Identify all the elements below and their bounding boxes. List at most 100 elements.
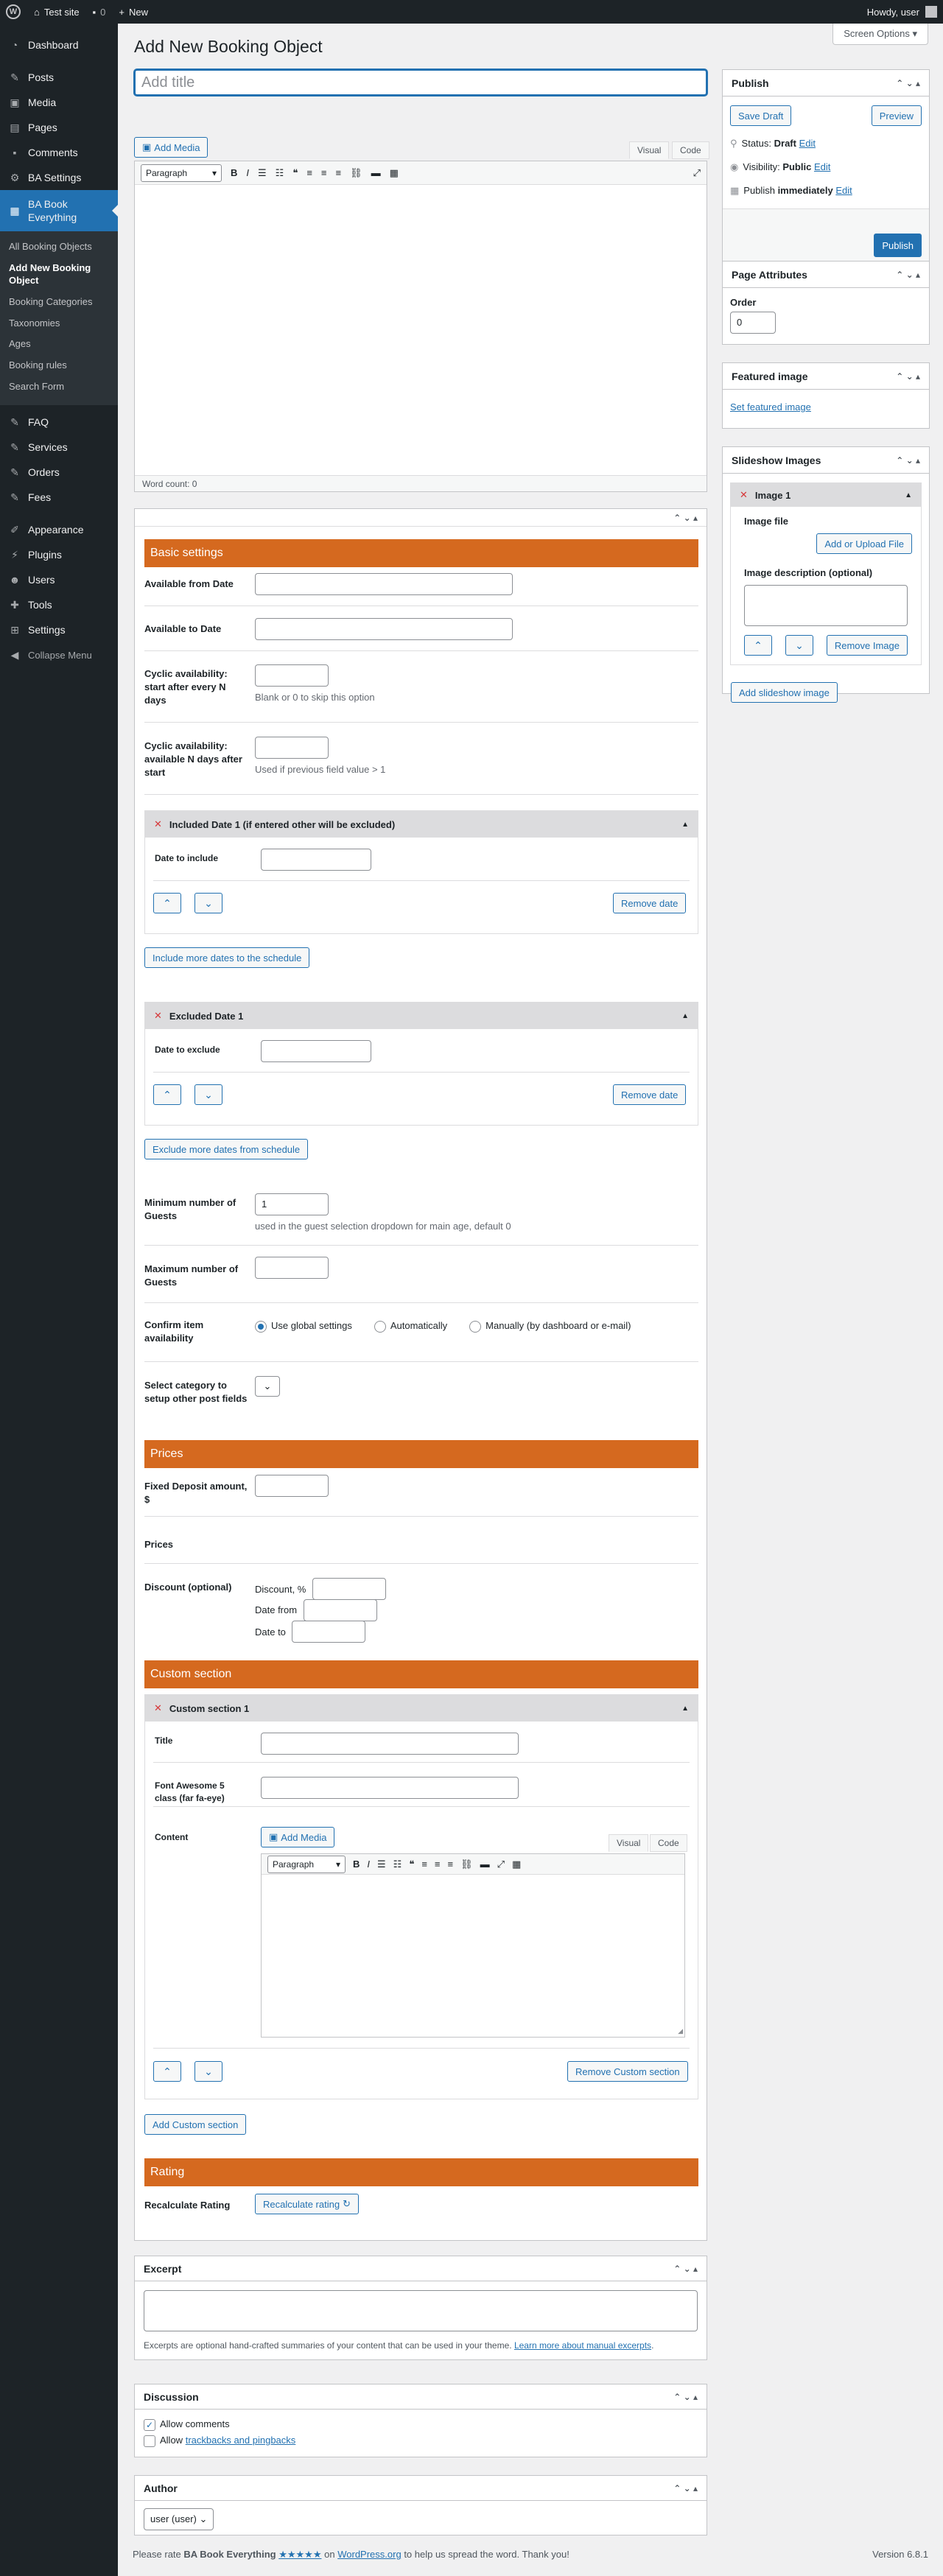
menu-collapse[interactable]: ◀ Collapse Menu bbox=[0, 642, 118, 667]
bold-icon[interactable]: B bbox=[231, 167, 237, 178]
available-from-input[interactable] bbox=[255, 573, 513, 595]
numbered-list-icon[interactable]: ☷ bbox=[393, 1859, 402, 1870]
min-guests-input[interactable]: 1 bbox=[255, 1193, 329, 1215]
box-controls[interactable]: ⌃ ⌄ ▴ bbox=[673, 2392, 698, 2402]
menu-appearance[interactable]: ✐ Appearance bbox=[0, 517, 118, 542]
move-down-button[interactable]: ⌄ bbox=[194, 2061, 222, 2082]
deposit-input[interactable] bbox=[255, 1475, 329, 1497]
comments-link[interactable]: ▪ 0 bbox=[93, 7, 106, 18]
box-controls[interactable]: ⌃ ⌄ ▴ bbox=[896, 371, 920, 382]
menu-ba-book-everything[interactable]: ▦ BA Book Everything bbox=[0, 190, 118, 231]
wporg-link[interactable]: WordPress.org bbox=[337, 2549, 401, 2560]
trackbacks-link[interactable]: trackbacks and pingbacks bbox=[186, 2435, 296, 2446]
add-media-button[interactable]: ▣ Add Media bbox=[261, 1827, 335, 1847]
account-menu[interactable]: Howdy, user bbox=[867, 6, 937, 18]
box-controls[interactable]: ⌃ ⌄ ▴ bbox=[896, 455, 920, 466]
set-featured-image-link[interactable]: Set featured image bbox=[730, 401, 811, 413]
link-icon[interactable]: ⛓ bbox=[350, 167, 362, 179]
move-down-button[interactable]: ⌄ bbox=[194, 893, 222, 913]
collapse-icon[interactable]: ▲ bbox=[905, 491, 912, 499]
read-more-icon[interactable]: ▬ bbox=[371, 167, 381, 178]
author-select[interactable]: user (user) ⌄ bbox=[144, 2508, 214, 2530]
numbered-list-icon[interactable]: ☷ bbox=[276, 167, 284, 179]
menu-comments[interactable]: ▪ Comments bbox=[0, 140, 118, 165]
align-right-icon[interactable]: ≡ bbox=[336, 167, 342, 178]
save-draft-button[interactable]: Save Draft bbox=[730, 105, 792, 126]
status-edit-link[interactable]: Edit bbox=[799, 138, 816, 149]
align-center-icon[interactable]: ≡ bbox=[321, 167, 327, 178]
collapse-icon[interactable]: ▲ bbox=[681, 1705, 689, 1713]
publish-date-edit-link[interactable]: Edit bbox=[835, 185, 852, 196]
title-input[interactable]: Add title bbox=[134, 69, 707, 96]
screen-options-button[interactable]: Screen Options ▾ bbox=[832, 24, 928, 45]
toolbar-toggle-icon[interactable]: ▦ bbox=[512, 1859, 521, 1870]
recalc-rating-button[interactable]: Recalculate rating ↻ bbox=[255, 2194, 359, 2214]
preview-button[interactable]: Preview bbox=[871, 105, 922, 126]
excerpt-textarea[interactable] bbox=[144, 2290, 698, 2331]
max-guests-input[interactable] bbox=[255, 1257, 329, 1279]
submenu-item[interactable]: Taxonomies bbox=[0, 313, 118, 334]
toolbar-toggle-icon[interactable]: ▦ bbox=[390, 167, 399, 179]
tab-visual[interactable]: Visual bbox=[609, 1834, 649, 1852]
image-desc-textarea[interactable] bbox=[744, 585, 908, 626]
menu-pages[interactable]: ▤ Pages bbox=[0, 115, 118, 140]
collapse-icon[interactable]: ▲ bbox=[681, 1012, 689, 1020]
order-input[interactable]: 0 bbox=[730, 312, 776, 334]
wp-logo-icon[interactable]: W bbox=[6, 4, 21, 19]
submenu-item-current[interactable]: Add New Booking Object bbox=[0, 258, 118, 292]
menu-users[interactable]: ☻ Users bbox=[0, 567, 118, 592]
site-name-link[interactable]: ⌂ Test site bbox=[34, 7, 80, 18]
box-controls[interactable]: ⌃ ⌄ ▴ bbox=[673, 513, 698, 523]
menu-posts[interactable]: ✎ Posts bbox=[0, 65, 118, 90]
box-controls[interactable]: ⌃ ⌄ ▴ bbox=[896, 78, 920, 88]
remove-date-button[interactable]: Remove date bbox=[613, 893, 687, 913]
move-up-button[interactable]: ⌃ bbox=[744, 635, 772, 656]
submenu-item[interactable]: All Booking Objects bbox=[0, 236, 118, 258]
cyclic-start-input[interactable] bbox=[255, 664, 329, 687]
close-icon[interactable]: ✕ bbox=[154, 1010, 162, 1022]
move-down-button[interactable]: ⌄ bbox=[194, 1084, 222, 1105]
align-right-icon[interactable]: ≡ bbox=[448, 1859, 454, 1870]
bullet-list-icon[interactable]: ☰ bbox=[377, 1859, 386, 1870]
menu-fees[interactable]: ✎ Fees bbox=[0, 485, 118, 510]
quote-icon[interactable]: ❝ bbox=[409, 1859, 414, 1870]
new-content-link[interactable]: + New bbox=[119, 7, 148, 18]
category-select[interactable]: ⌄ bbox=[255, 1376, 280, 1397]
format-select[interactable]: Paragraph ▾ bbox=[267, 1855, 346, 1873]
add-custom-section-button[interactable]: Add Custom section bbox=[144, 2114, 247, 2135]
bullet-list-icon[interactable]: ☰ bbox=[258, 167, 267, 179]
fullscreen-icon[interactable]: ⤢ bbox=[497, 1859, 505, 1870]
menu-faq[interactable]: ✎ FAQ bbox=[0, 410, 118, 435]
resize-handle-icon[interactable]: ◢ bbox=[678, 2027, 683, 2035]
close-icon[interactable]: ✕ bbox=[154, 818, 162, 830]
rating-stars-link[interactable]: ★★★★★ bbox=[278, 2549, 321, 2560]
remove-custom-section-button[interactable]: Remove Custom section bbox=[567, 2061, 688, 2082]
fullscreen-icon[interactable]: ⤢ bbox=[693, 167, 701, 179]
add-slideshow-image-button[interactable]: Add slideshow image bbox=[731, 682, 838, 703]
move-down-button[interactable]: ⌄ bbox=[785, 635, 813, 656]
submenu-item[interactable]: Booking Categories bbox=[0, 292, 118, 313]
close-icon[interactable]: ✕ bbox=[154, 1702, 162, 1714]
move-up-button[interactable]: ⌃ bbox=[153, 2061, 181, 2082]
allow-trackbacks-checkbox[interactable]: Allow trackbacks and pingbacks bbox=[144, 2435, 295, 2447]
align-center-icon[interactable]: ≡ bbox=[435, 1859, 441, 1870]
exclude-more-dates-button[interactable]: Exclude more dates from schedule bbox=[144, 1139, 309, 1159]
tab-code[interactable]: Code bbox=[672, 141, 709, 159]
add-media-button[interactable]: ▣ Add Media bbox=[134, 137, 208, 158]
tab-visual[interactable]: Visual bbox=[629, 141, 670, 159]
visibility-edit-link[interactable]: Edit bbox=[814, 161, 830, 172]
menu-plugins[interactable]: ⚡ Plugins bbox=[0, 542, 118, 567]
collapse-icon[interactable]: ▲ bbox=[681, 821, 689, 829]
move-up-button[interactable]: ⌃ bbox=[153, 893, 181, 913]
menu-tools[interactable]: ✚ Tools bbox=[0, 592, 118, 617]
bold-icon[interactable]: B bbox=[353, 1859, 360, 1870]
include-more-dates-button[interactable]: Include more dates to the schedule bbox=[144, 947, 310, 968]
remove-image-button[interactable]: Remove Image bbox=[826, 635, 908, 656]
italic-icon[interactable]: I bbox=[246, 167, 249, 178]
tab-code[interactable]: Code bbox=[650, 1834, 687, 1852]
menu-media[interactable]: ▣ Media bbox=[0, 90, 118, 115]
align-left-icon[interactable]: ≡ bbox=[421, 1859, 427, 1870]
available-to-input[interactable] bbox=[255, 618, 513, 640]
box-controls[interactable]: ⌃ ⌄ ▴ bbox=[896, 270, 920, 280]
menu-orders[interactable]: ✎ Orders bbox=[0, 460, 118, 485]
